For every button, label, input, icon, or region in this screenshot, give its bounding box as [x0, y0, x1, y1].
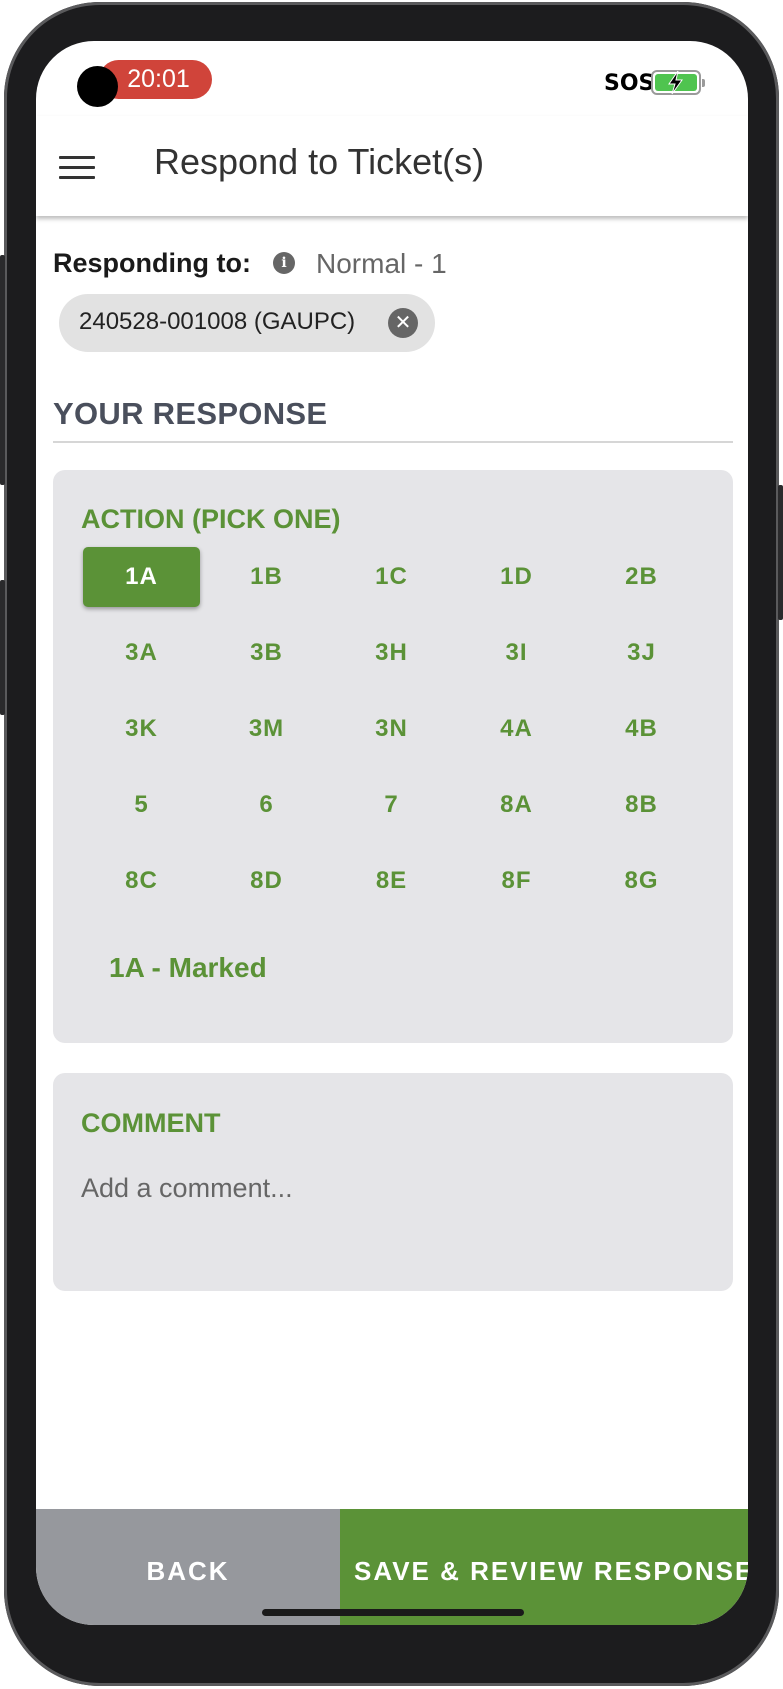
- menu-icon[interactable]: [59, 156, 95, 180]
- info-icon[interactable]: i: [273, 252, 295, 274]
- ticket-chip-label: 240528-001008 (GAUPC): [79, 308, 356, 335]
- app-bar: Respond to Ticket(s): [36, 116, 748, 216]
- sos-indicator: SOS: [604, 71, 655, 96]
- priority-label: Normal - 1: [316, 248, 447, 279]
- bottom-action-bar: BACK SAVE & REVIEW RESPONSES: [36, 1509, 748, 1625]
- save-review-button[interactable]: SAVE & REVIEW RESPONSES: [340, 1509, 748, 1625]
- action-card: ACTION (PICK ONE) 1A 1B 1C 1D 2B 3A 3B 3H 3I 3J 3K…: [53, 470, 733, 1043]
- action-options-grid: 1A 1B 1C 1D 2B 3A 3B 3H 3I 3J 3K 3M 3N 4A 4B 5 6 7 8A 8B 8C 8…: [81, 547, 706, 911]
- action-heading: ACTION (PICK ONE): [81, 504, 341, 534]
- action-option-3b[interactable]: 3B: [208, 623, 325, 683]
- action-option-3j[interactable]: 3J: [583, 623, 700, 683]
- action-option-8e[interactable]: 8E: [333, 851, 450, 911]
- action-option-4a[interactable]: 4A: [458, 699, 575, 759]
- action-option-1a[interactable]: 1A: [83, 547, 200, 607]
- close-icon[interactable]: ✕: [388, 308, 418, 338]
- action-option-1b[interactable]: 1B: [208, 547, 325, 607]
- phone-volume-button: [0, 255, 5, 485]
- battery-charging-icon: [651, 70, 705, 95]
- action-option-4b[interactable]: 4B: [583, 699, 700, 759]
- back-button[interactable]: BACK: [36, 1509, 340, 1625]
- screen: 20:01 SOS Respond to Ticket(s) Respondin…: [36, 41, 748, 1625]
- action-option-3n[interactable]: 3N: [333, 699, 450, 759]
- phone-power-button: [778, 485, 783, 620]
- ticket-chip[interactable]: 240528-001008 (GAUPC) ✕: [59, 294, 435, 352]
- section-title: YOUR RESPONSE: [53, 396, 328, 431]
- comment-card: COMMENT: [53, 1073, 733, 1291]
- comment-input[interactable]: [81, 1173, 701, 1204]
- action-option-8b[interactable]: 8B: [583, 775, 700, 835]
- selected-action-description: 1A - Marked: [109, 952, 267, 983]
- status-bar: 20:01 SOS: [36, 41, 748, 116]
- action-option-8c[interactable]: 8C: [83, 851, 200, 911]
- page-title: Respond to Ticket(s): [154, 141, 485, 182]
- action-option-5[interactable]: 5: [83, 775, 200, 835]
- action-option-8f[interactable]: 8F: [458, 851, 575, 911]
- action-option-3k[interactable]: 3K: [83, 699, 200, 759]
- action-option-1d[interactable]: 1D: [458, 547, 575, 607]
- home-indicator[interactable]: [262, 1609, 524, 1616]
- action-option-1c[interactable]: 1C: [333, 547, 450, 607]
- action-option-8d[interactable]: 8D: [208, 851, 325, 911]
- divider: [53, 441, 733, 443]
- action-option-3a[interactable]: 3A: [83, 623, 200, 683]
- action-option-6[interactable]: 6: [208, 775, 325, 835]
- action-option-8a[interactable]: 8A: [458, 775, 575, 835]
- action-option-3h[interactable]: 3H: [333, 623, 450, 683]
- action-option-8g[interactable]: 8G: [583, 851, 700, 911]
- phone-side-button: [0, 580, 5, 715]
- responding-label: Responding to:: [53, 248, 251, 278]
- comment-heading: COMMENT: [81, 1108, 221, 1138]
- front-camera: [77, 66, 118, 107]
- action-option-7[interactable]: 7: [333, 775, 450, 835]
- action-option-3i[interactable]: 3I: [458, 623, 575, 683]
- action-option-2b[interactable]: 2B: [583, 547, 700, 607]
- action-option-3m[interactable]: 3M: [208, 699, 325, 759]
